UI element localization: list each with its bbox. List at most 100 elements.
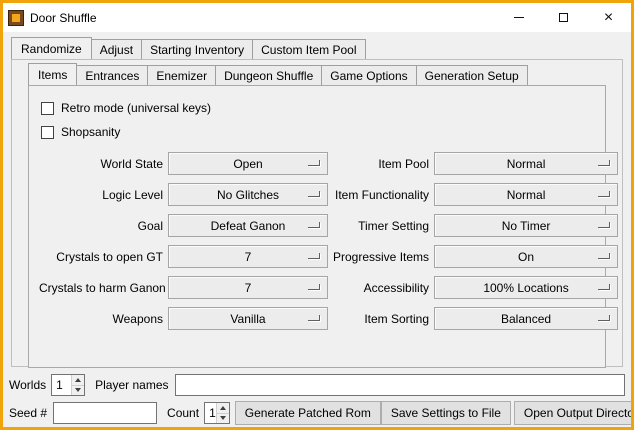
crystals-open-gt-label: Crystals to open GT bbox=[39, 250, 163, 264]
worlds-spinner[interactable]: 1 bbox=[51, 374, 85, 396]
dropdown-indicator-icon bbox=[598, 315, 610, 321]
crystals-open-gt-value: 7 bbox=[245, 250, 252, 264]
tab-generation-setup[interactable]: Generation Setup bbox=[416, 65, 528, 85]
dropdown-indicator-icon bbox=[598, 160, 610, 166]
progressive-items-dropdown[interactable]: On bbox=[434, 245, 618, 268]
worlds-spin-down-button[interactable] bbox=[72, 385, 84, 396]
dropdown-indicator-icon bbox=[308, 160, 320, 166]
minimize-icon bbox=[514, 17, 524, 18]
accessibility-value: 100% Locations bbox=[483, 281, 568, 295]
retro-mode-checkbox[interactable] bbox=[41, 102, 54, 115]
window-title: Door Shuffle bbox=[30, 11, 97, 25]
count-value: 1 bbox=[205, 403, 216, 423]
timer-setting-label: Timer Setting bbox=[333, 219, 429, 233]
save-settings-button[interactable]: Save Settings to File bbox=[381, 401, 511, 425]
logic-level-label: Logic Level bbox=[39, 188, 163, 202]
progressive-items-label: Progressive Items bbox=[333, 250, 429, 264]
goal-dropdown[interactable]: Defeat Ganon bbox=[168, 214, 328, 237]
crystals-open-gt-dropdown[interactable]: 7 bbox=[168, 245, 328, 268]
goal-label: Goal bbox=[39, 219, 163, 233]
arrow-down-icon bbox=[220, 416, 226, 420]
seed-input[interactable] bbox=[53, 402, 157, 424]
count-spin-up-button[interactable] bbox=[217, 403, 229, 413]
door-shuffle-window: Door Shuffle × Randomize Adjust Starting… bbox=[0, 0, 634, 430]
dropdown-indicator-icon bbox=[598, 222, 610, 228]
logic-level-dropdown[interactable]: No Glitches bbox=[168, 183, 328, 206]
weapons-dropdown[interactable]: Vanilla bbox=[168, 307, 328, 330]
open-output-directory-button[interactable]: Open Output Directory bbox=[514, 401, 634, 425]
accessibility-label: Accessibility bbox=[333, 281, 429, 295]
world-state-value: Open bbox=[233, 157, 262, 171]
bottom-bar: Worlds 1 Player names Seed # Count 1 bbox=[9, 374, 625, 430]
item-sorting-label: Item Sorting bbox=[333, 312, 429, 326]
app-icon-detail bbox=[12, 14, 20, 22]
dropdown-indicator-icon bbox=[598, 191, 610, 197]
dropdown-indicator-icon bbox=[308, 315, 320, 321]
maximize-button[interactable] bbox=[541, 3, 586, 32]
item-pool-dropdown[interactable]: Normal bbox=[434, 152, 618, 175]
item-sorting-value: Balanced bbox=[501, 312, 551, 326]
window-body: Randomize Adjust Starting Inventory Cust… bbox=[3, 32, 631, 430]
titlebar[interactable]: Door Shuffle × bbox=[3, 3, 631, 32]
tab-adjust[interactable]: Adjust bbox=[91, 39, 142, 59]
item-sorting-dropdown[interactable]: Balanced bbox=[434, 307, 618, 330]
tab-items[interactable]: Items bbox=[28, 63, 77, 85]
shopsanity-checkbox-row[interactable]: Shopsanity bbox=[41, 122, 597, 142]
arrow-up-icon bbox=[220, 406, 226, 410]
generate-patched-rom-button[interactable]: Generate Patched Rom bbox=[235, 401, 381, 425]
item-pool-label: Item Pool bbox=[333, 157, 429, 171]
weapons-value: Vanilla bbox=[230, 312, 265, 326]
tab-custom-item-pool[interactable]: Custom Item Pool bbox=[252, 39, 365, 59]
count-spin-down-button[interactable] bbox=[217, 413, 229, 424]
retro-mode-label: Retro mode (universal keys) bbox=[61, 101, 211, 115]
shopsanity-label: Shopsanity bbox=[61, 125, 120, 139]
dropdown-indicator-icon bbox=[308, 222, 320, 228]
dropdown-indicator-icon bbox=[598, 284, 610, 290]
item-functionality-label: Item Functionality bbox=[333, 188, 429, 202]
tab-entrances[interactable]: Entrances bbox=[76, 65, 148, 85]
accessibility-dropdown[interactable]: 100% Locations bbox=[434, 276, 618, 299]
crystals-harm-ganon-dropdown[interactable]: 7 bbox=[168, 276, 328, 299]
crystals-harm-ganon-label: Crystals to harm Ganon bbox=[39, 281, 163, 295]
arrow-up-icon bbox=[75, 378, 81, 382]
minimize-button[interactable] bbox=[496, 3, 541, 32]
dropdown-indicator-icon bbox=[308, 253, 320, 259]
tab-dungeon-shuffle[interactable]: Dungeon Shuffle bbox=[215, 65, 322, 85]
retro-mode-checkbox-row[interactable]: Retro mode (universal keys) bbox=[41, 98, 597, 118]
timer-setting-dropdown[interactable]: No Timer bbox=[434, 214, 618, 237]
count-spinner-buttons bbox=[216, 403, 229, 423]
item-pool-value: Normal bbox=[507, 157, 546, 171]
worlds-label: Worlds bbox=[9, 378, 46, 392]
app-icon bbox=[8, 10, 24, 26]
inner-tabstrip: Items Entrances Enemizer Dungeon Shuffle… bbox=[28, 63, 622, 85]
dropdown-indicator-icon bbox=[308, 191, 320, 197]
player-names-label: Player names bbox=[95, 378, 168, 392]
worlds-spinner-buttons bbox=[71, 375, 84, 395]
worlds-spin-up-button[interactable] bbox=[72, 375, 84, 385]
close-button[interactable]: × bbox=[586, 3, 631, 32]
count-spinner[interactable]: 1 bbox=[204, 402, 230, 424]
world-state-dropdown[interactable]: Open bbox=[168, 152, 328, 175]
count-label: Count bbox=[167, 406, 199, 420]
dropdown-indicator-icon bbox=[598, 253, 610, 259]
crystals-harm-ganon-value: 7 bbox=[245, 281, 252, 295]
goal-value: Defeat Ganon bbox=[211, 219, 286, 233]
tab-starting-inventory[interactable]: Starting Inventory bbox=[141, 39, 253, 59]
tab-enemizer[interactable]: Enemizer bbox=[147, 65, 216, 85]
worlds-value: 1 bbox=[52, 375, 71, 395]
seed-label: Seed # bbox=[9, 406, 47, 420]
window-controls: × bbox=[496, 3, 631, 32]
worlds-row: Worlds 1 Player names bbox=[9, 374, 625, 396]
weapons-label: Weapons bbox=[39, 312, 163, 326]
player-names-input[interactable] bbox=[175, 374, 626, 396]
maximize-icon bbox=[559, 13, 568, 22]
tab-randomize[interactable]: Randomize bbox=[11, 37, 92, 59]
seed-row: Seed # Count 1 Generate Patched Rom Save… bbox=[9, 401, 625, 425]
close-icon: × bbox=[604, 11, 613, 25]
world-state-label: World State bbox=[39, 157, 163, 171]
shopsanity-checkbox[interactable] bbox=[41, 126, 54, 139]
items-panel: Retro mode (universal keys) Shopsanity W… bbox=[28, 85, 606, 368]
item-functionality-value: Normal bbox=[507, 188, 546, 202]
tab-game-options[interactable]: Game Options bbox=[321, 65, 416, 85]
item-functionality-dropdown[interactable]: Normal bbox=[434, 183, 618, 206]
